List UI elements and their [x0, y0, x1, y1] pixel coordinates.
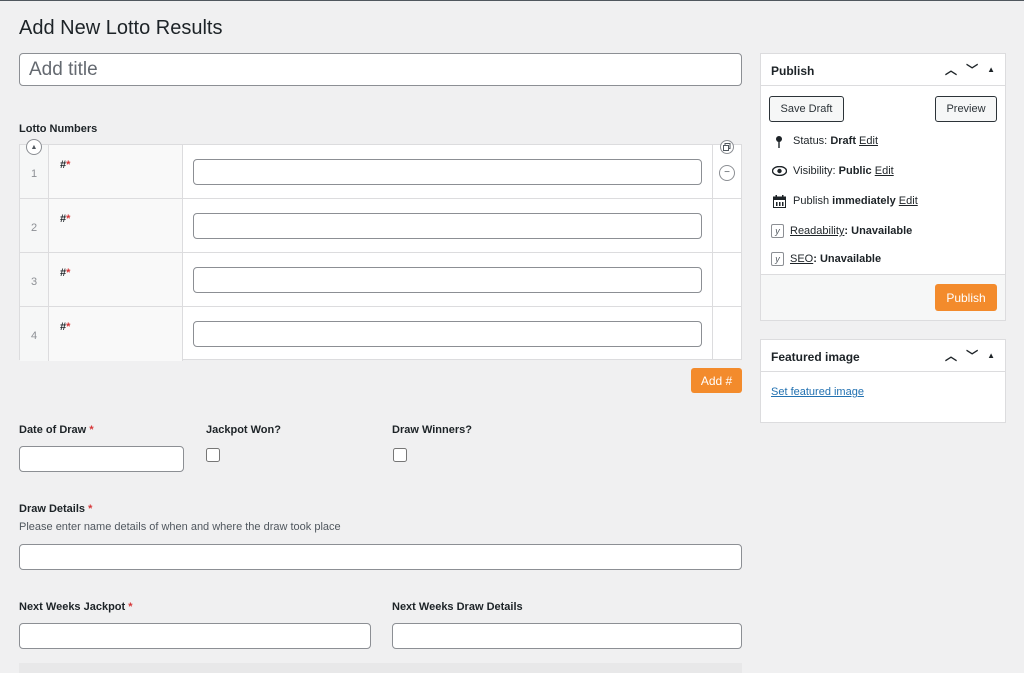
lotto-number-input[interactable] — [193, 159, 702, 185]
next-weeks-jackpot-label: Next Weeks Jackpot * — [19, 601, 133, 613]
draw-details-input[interactable] — [19, 544, 742, 570]
seo-value: : Unavailable — [813, 253, 882, 265]
seo-label: SEO: Unavailable — [790, 253, 881, 265]
next-weeks-draw-details-label: Next Weeks Draw Details — [392, 601, 523, 613]
seo-link[interactable]: SEO — [790, 253, 813, 265]
row-field-label: #* — [49, 199, 183, 252]
required-mark: * — [88, 503, 93, 515]
visibility-value: Public — [838, 165, 872, 177]
status-value: Draft — [830, 135, 856, 147]
row-index[interactable]: 3 — [20, 253, 49, 306]
edit-status-link[interactable]: Edit — [859, 135, 878, 147]
featured-image-header: Featured image ︿ ﹀ ▲ — [761, 340, 1005, 372]
publish-date-value: immediately — [832, 195, 896, 207]
status-label: Status: Draft Edit — [793, 135, 878, 147]
draw-winners-label: Draw Winners? — [392, 424, 472, 436]
collapse-row-icon[interactable]: ▲ — [26, 139, 42, 155]
publish-date-label: Publish immediately Edit — [793, 195, 918, 207]
duplicate-row-icon[interactable] — [720, 140, 734, 154]
edit-visibility-link[interactable]: Edit — [875, 165, 894, 177]
row-field-label: #* — [49, 253, 183, 306]
seo-row: y SEO: Unavailable — [771, 252, 881, 266]
lotto-number-input[interactable] — [193, 321, 702, 347]
readability-label: Readability: Unavailable — [790, 225, 912, 237]
publish-date-label-text: Publish — [793, 195, 830, 207]
edit-publish-date-link[interactable]: Edit — [899, 195, 918, 207]
draw-details-label: Draw Details * — [19, 503, 92, 515]
next-weeks-jackpot-label-text: Next Weeks Jackpot — [19, 601, 126, 613]
save-draft-button[interactable]: Save Draft — [769, 96, 844, 122]
required-mark: * — [66, 213, 71, 225]
required-mark: * — [66, 159, 71, 171]
publish-box-title: Publish — [771, 64, 815, 78]
lotto-number-input[interactable] — [193, 267, 702, 293]
pin-icon — [771, 134, 787, 148]
toggle-panel-icon[interactable]: ▲ — [987, 351, 995, 360]
move-up-icon[interactable]: ︿ — [945, 347, 957, 364]
required-mark: * — [66, 321, 71, 333]
table-row: 3 #* — [20, 253, 712, 307]
table-row: 1 #* — [20, 145, 712, 199]
readability-link[interactable]: Readability — [790, 225, 844, 237]
row-field-label: #* — [49, 307, 183, 361]
yoast-icon: y — [771, 224, 784, 238]
toggle-panel-icon[interactable]: ▲ — [987, 65, 995, 74]
visibility-row: Visibility: Public Edit — [771, 164, 894, 178]
row-index[interactable]: 2 — [20, 199, 49, 252]
status-row: Status: Draft Edit — [771, 134, 878, 148]
draw-winners-checkbox[interactable] — [393, 448, 407, 462]
next-weeks-draw-details-input[interactable] — [392, 623, 742, 649]
draw-details-help: Please enter name details of when and wh… — [19, 521, 341, 533]
visibility-label: Visibility: Public Edit — [793, 165, 894, 177]
date-of-draw-label: Date of Draw * — [19, 424, 94, 436]
publish-actions: Publish — [761, 274, 1005, 320]
table-row: 4 #* — [20, 307, 712, 361]
draw-details-label-text: Draw Details — [19, 503, 86, 515]
featured-image-title: Featured image — [771, 350, 860, 364]
readability-row: y Readability: Unavailable — [771, 224, 912, 238]
featured-image-box: Featured image ︿ ﹀ ▲ Set featured image — [760, 339, 1006, 423]
move-down-icon[interactable]: ﹀ — [966, 347, 978, 364]
status-label-text: Status: — [793, 135, 828, 147]
lotto-numbers-repeater: 1 #* 2 #* 3 #* 4 #* — [19, 144, 713, 361]
next-section-strip — [19, 663, 742, 673]
remove-row-icon[interactable]: − — [719, 165, 735, 181]
jackpot-won-label: Jackpot Won? — [206, 424, 281, 436]
add-row-button[interactable]: Add # — [691, 368, 742, 393]
title-input[interactable] — [19, 53, 742, 86]
page-title: Add New Lotto Results — [19, 17, 223, 39]
preview-button[interactable]: Preview — [935, 96, 997, 122]
move-up-icon[interactable]: ︿ — [945, 61, 957, 78]
visibility-label-text: Visibility: — [793, 165, 836, 177]
row-index[interactable]: 4 — [20, 307, 49, 361]
jackpot-won-checkbox[interactable] — [206, 448, 220, 462]
publish-button[interactable]: Publish — [935, 284, 997, 311]
row-field-label: #* — [49, 145, 183, 198]
eye-icon — [771, 164, 787, 178]
publish-date-row: Publish immediately Edit — [771, 194, 918, 208]
date-of-draw-label-text: Date of Draw — [19, 424, 87, 436]
required-mark: * — [66, 267, 71, 279]
move-down-icon[interactable]: ﹀ — [966, 61, 978, 78]
calendar-icon — [771, 194, 787, 208]
lotto-numbers-label: Lotto Numbers — [19, 123, 98, 135]
lotto-number-input[interactable] — [193, 213, 702, 239]
required-mark: * — [128, 601, 133, 613]
required-mark: * — [89, 424, 94, 436]
yoast-icon: y — [771, 252, 784, 266]
date-of-draw-input[interactable] — [19, 446, 184, 472]
publish-box-header: Publish ︿ ﹀ ▲ — [761, 54, 1005, 86]
readability-value: : Unavailable — [844, 225, 913, 237]
next-weeks-jackpot-input[interactable] — [19, 623, 371, 649]
table-row: 2 #* — [20, 199, 712, 253]
publish-box: Publish ︿ ﹀ ▲ Save Draft Preview Status:… — [760, 53, 1006, 321]
set-featured-image-link[interactable]: Set featured image — [771, 386, 864, 398]
